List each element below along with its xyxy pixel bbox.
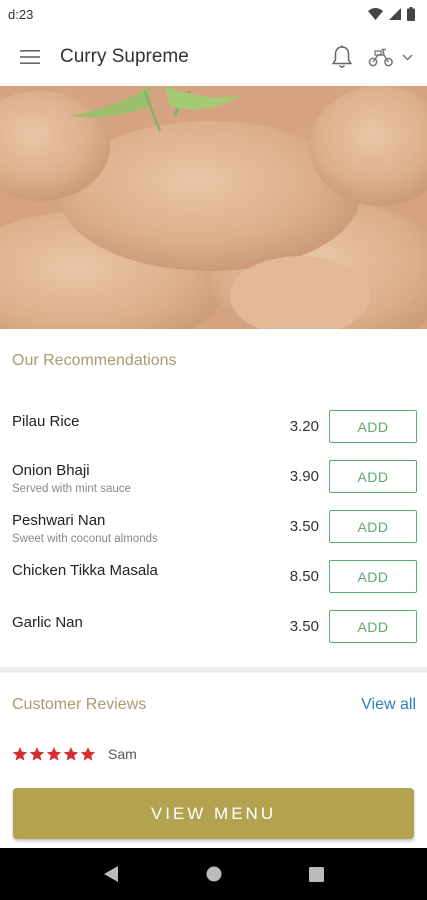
item-name: Garlic Nan [12, 614, 83, 631]
back-icon[interactable] [103, 865, 119, 883]
item-name: Chicken Tikka Masala [12, 562, 158, 579]
star-icon [80, 747, 96, 761]
item-name: Peshwari Nan [12, 512, 106, 529]
menu-button[interactable] [0, 28, 60, 86]
add-button[interactable]: ADD [329, 410, 417, 443]
star-icon [63, 747, 79, 761]
item-name: Pilau Rice [12, 413, 80, 430]
wifi-icon [368, 8, 383, 20]
item-price: 3.20 [289, 418, 319, 435]
review-item: Sam [12, 746, 137, 762]
item-description: Served with mint sauce [12, 483, 131, 495]
bell-icon [332, 45, 352, 68]
add-button[interactable]: ADD [329, 610, 417, 643]
notifications-button[interactable] [322, 37, 362, 77]
item-price: 8.50 [289, 568, 319, 585]
star-rating [12, 746, 96, 762]
status-time: d:23 [8, 6, 34, 22]
star-icon [29, 747, 45, 761]
item-name: Onion Bhaji [12, 462, 90, 479]
list-item: Garlic Nan 3.50 ADD [0, 602, 427, 652]
home-icon[interactable] [206, 866, 222, 882]
system-nav-bar [0, 848, 427, 900]
app-bar: Curry Supreme [0, 28, 427, 86]
star-icon [12, 747, 28, 761]
recommendations-list: Pilau Rice 3.20 ADD Onion Bhaji Served w… [0, 402, 427, 652]
item-description: Sweet with coconut almonds [12, 533, 158, 545]
list-item: Onion Bhaji Served with mint sauce 3.90 … [0, 452, 427, 502]
list-item: Pilau Rice 3.20 ADD [0, 402, 427, 452]
signal-icon [389, 8, 401, 20]
hero-image [0, 86, 427, 329]
item-price: 3.50 [289, 518, 319, 535]
item-price: 3.50 [289, 618, 319, 635]
view-all-link[interactable]: View all [361, 696, 416, 714]
recents-icon[interactable] [308, 866, 324, 882]
status-bar: d:23 [0, 0, 427, 28]
app-title: Curry Supreme [60, 46, 189, 67]
scooter-icon [368, 48, 393, 67]
view-menu-button[interactable]: VIEW MENU [13, 788, 414, 839]
delivery-mode-selector[interactable] [368, 37, 413, 77]
reviewer-name: Sam [108, 746, 137, 762]
section-divider [0, 667, 427, 673]
status-icons [368, 7, 415, 21]
list-item: Peshwari Nan Sweet with coconut almonds … [0, 502, 427, 552]
chevron-down-icon [402, 53, 413, 61]
add-button[interactable]: ADD [329, 560, 417, 593]
reviews-title: Customer Reviews [12, 696, 147, 713]
hamburger-icon [20, 50, 40, 64]
star-icon [46, 747, 62, 761]
add-button[interactable]: ADD [329, 460, 417, 493]
item-price: 3.90 [289, 468, 319, 485]
list-item: Chicken Tikka Masala 8.50 ADD [0, 552, 427, 602]
recommendations-title: Our Recommendations [12, 352, 177, 369]
battery-icon [407, 7, 415, 21]
add-button[interactable]: ADD [329, 510, 417, 543]
